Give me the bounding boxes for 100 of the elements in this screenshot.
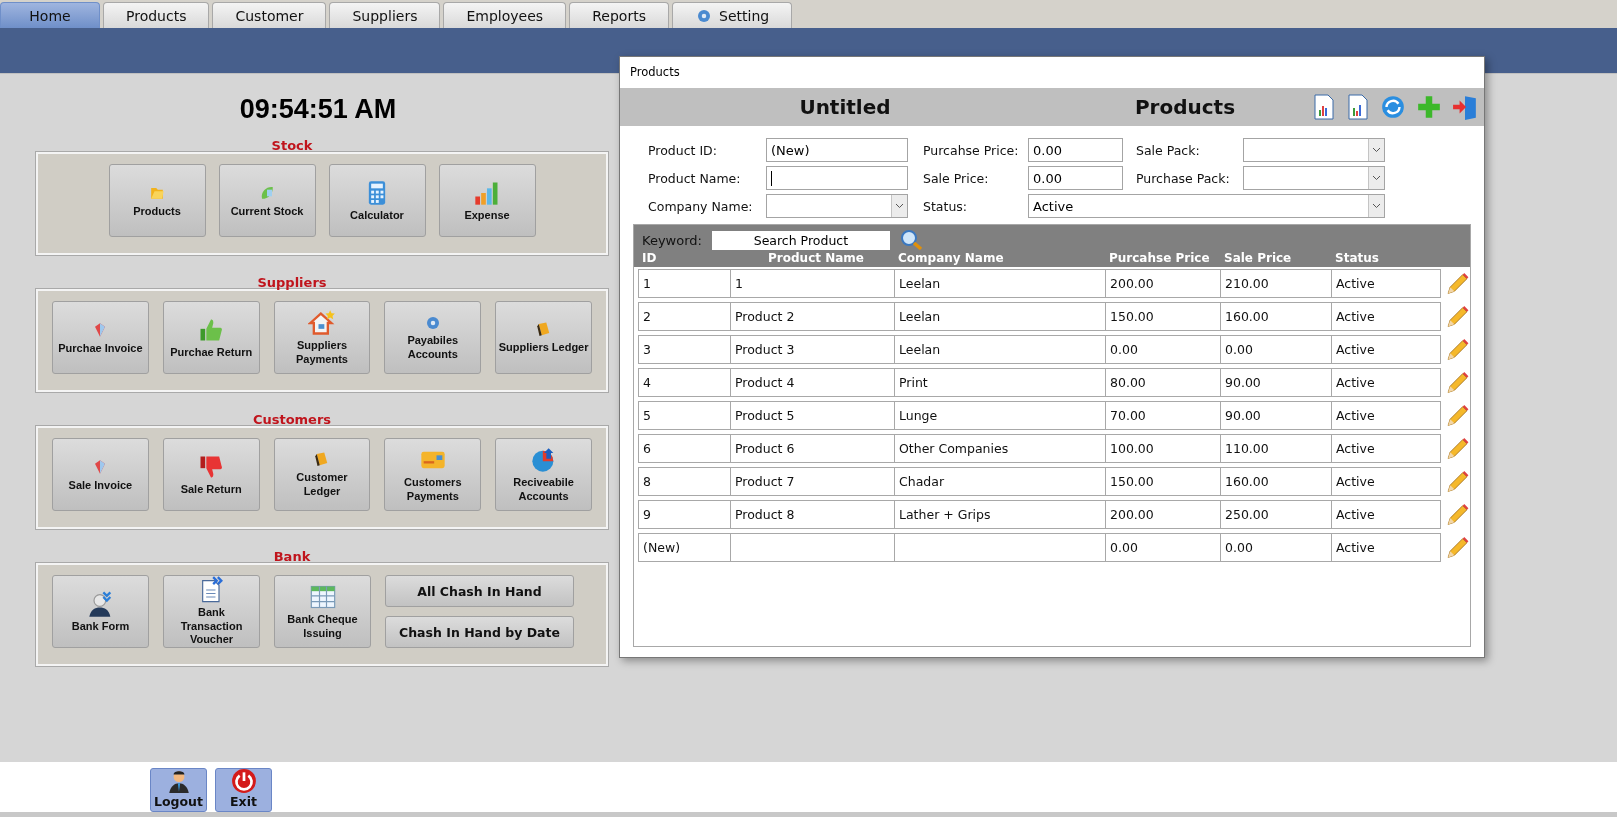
group-title: Customers (251, 414, 333, 426)
report-icon[interactable] (1312, 94, 1336, 120)
table-cell-text: Active (1335, 440, 1376, 458)
table-cell: Product 2 (731, 303, 895, 330)
menu-button[interactable]: Expense (438, 164, 536, 237)
table-cell-text: Active (1335, 539, 1376, 557)
chevron-down-icon[interactable] (1372, 147, 1381, 153)
dropdown-field[interactable]: Active (1028, 194, 1385, 218)
table-cell-text: Active (1335, 275, 1376, 293)
table-cell: 200.00 (1106, 501, 1221, 528)
input-field[interactable]: 0.00 (1028, 138, 1123, 162)
table-cell: 210.00 (1221, 270, 1332, 297)
dropdown-field[interactable] (1243, 166, 1385, 190)
tab[interactable]: Reports (569, 2, 670, 28)
column-header: Sale Price (1224, 251, 1293, 267)
table-cell: 0.00 (1221, 336, 1332, 363)
field-label: Sale Price: (923, 170, 990, 186)
menu-button[interactable]: Sale Invoice (52, 438, 149, 511)
menu-button[interactable]: Suppliers Ledger (495, 301, 592, 374)
chevron-down-icon[interactable] (1372, 175, 1381, 181)
field-label: Company Name: (648, 198, 754, 214)
pencil-icon[interactable] (1445, 336, 1470, 363)
table-cell-text: Active (1335, 473, 1376, 491)
table-cell: 2 (639, 303, 731, 330)
table-cell: Print (895, 369, 1106, 396)
table-cell: 4 (639, 369, 731, 396)
menu-button[interactable]: Products (108, 164, 206, 237)
tab[interactable]: Suppliers (329, 2, 441, 28)
table-cell: 90.00 (1221, 402, 1332, 429)
menu-button[interactable]: Payabiles Accounts (384, 301, 482, 374)
group-title: Suppliers (256, 277, 328, 289)
pencil-icon[interactable] (1445, 534, 1470, 561)
dropdown-field[interactable] (766, 194, 908, 218)
table-cell: Leelan (895, 270, 1106, 297)
search-field[interactable]: Search Product (711, 230, 890, 250)
menu-button[interactable]: Bank Cheque Issuing (274, 575, 371, 648)
table-cell: 70.00 (1106, 402, 1221, 429)
table-cell-text: Active (1335, 308, 1376, 326)
table-cell-text: Active (1335, 341, 1376, 359)
field-label: Status: (923, 198, 969, 214)
table-cell: 0.00 (1221, 534, 1332, 561)
search-icon[interactable] (899, 229, 924, 251)
menu-button[interactable]: Sale Return (162, 438, 260, 511)
refresh-icon[interactable] (1380, 94, 1406, 120)
input-field[interactable]: 0.00 (1028, 166, 1123, 190)
field-label: Purchase Pack: (1136, 170, 1231, 186)
table-cell: 110.00 (1221, 435, 1332, 462)
exit-button[interactable]: Exit (215, 768, 272, 812)
chevron-down-icon[interactable] (895, 203, 904, 209)
logout-button[interactable]: Logout (150, 768, 207, 812)
table-cell-text: Active (1335, 407, 1376, 425)
pencil-icon[interactable] (1445, 468, 1470, 495)
table-cell: Product 8 (731, 501, 895, 528)
menu-button[interactable]: Calculator (328, 164, 426, 237)
pencil-icon[interactable] (1445, 402, 1470, 429)
group-title: Bank (272, 551, 312, 563)
tab[interactable]: Customer (212, 2, 327, 28)
keyword-label: Keyword: (642, 232, 702, 248)
table-cell: (New) (639, 534, 731, 561)
exit-door-icon[interactable] (1452, 94, 1478, 120)
menu-button[interactable]: Current Stock (218, 164, 316, 237)
tab[interactable]: Products (103, 2, 210, 28)
table-cell: Product 6 (731, 435, 895, 462)
pencil-icon[interactable] (1445, 303, 1470, 330)
menu-button[interactable]: Suppliers Payments (273, 301, 371, 374)
column-header: Status (1335, 251, 1380, 267)
pencil-icon[interactable] (1445, 435, 1470, 462)
table-cell: Lather + Grips (895, 501, 1106, 528)
dropdown-field[interactable] (1243, 138, 1385, 162)
tab[interactable]: Setting (672, 2, 793, 28)
menu-button[interactable]: Bank Transaction Voucher (163, 575, 260, 648)
field-label: Product Name: (648, 170, 742, 186)
table-cell-text: Active (1335, 506, 1376, 524)
input-field[interactable]: (New) (766, 138, 908, 162)
menu-button[interactable]: Customers Payments (384, 438, 482, 511)
table-cell: Leelan (895, 303, 1106, 330)
form-heading: Untitled (798, 95, 892, 119)
pencil-icon[interactable] (1445, 369, 1470, 396)
pencil-icon[interactable] (1445, 501, 1470, 528)
menu-button[interactable]: Bank Form (52, 575, 149, 648)
tab[interactable]: Home (0, 2, 100, 28)
table-cell: Chadar (895, 468, 1106, 495)
table-cell: 6 (639, 435, 731, 462)
menu-button[interactable]: Purchae Return (162, 301, 260, 374)
menu-button[interactable]: Purchae Invoice (52, 301, 149, 374)
clock: 09:54:51 AM (238, 94, 398, 126)
chevron-down-icon[interactable] (1372, 203, 1381, 209)
report-icon[interactable] (1346, 94, 1370, 120)
plus-icon[interactable] (1416, 94, 1442, 120)
menu-button[interactable]: Customer Ledger (273, 438, 371, 511)
pencil-icon[interactable] (1445, 270, 1470, 297)
input-field[interactable] (766, 166, 908, 190)
tab[interactable]: Employees (443, 2, 567, 28)
table-cell-text: Active (1335, 374, 1376, 392)
table-cell: 160.00 (1221, 468, 1332, 495)
menu-button[interactable]: Chash In Hand by Date (385, 616, 574, 648)
window-title: Products (629, 64, 681, 81)
menu-button[interactable]: Reciveabile Accounts (495, 438, 592, 511)
menu-button[interactable]: All Chash In Hand (385, 575, 574, 607)
table-cell: 80.00 (1106, 369, 1221, 396)
